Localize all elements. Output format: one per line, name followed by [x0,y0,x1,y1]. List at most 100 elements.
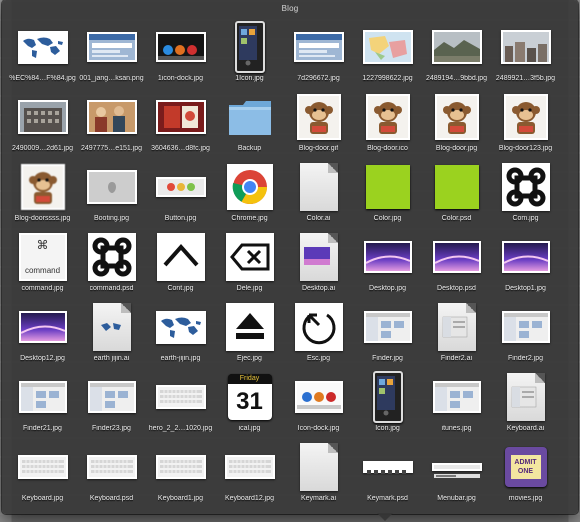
file-thumbnail-icon: Friday 31 [225,372,275,422]
stack-item[interactable]: Keyboard.jpg [8,440,77,510]
stack-item[interactable]: Blog-door.ico [353,90,422,160]
file-thumbnail-icon [501,92,551,142]
stack-item[interactable]: 2497775…e151.jpg [77,90,146,160]
stack-item-label: Com.jpg [512,215,539,222]
stack-item[interactable]: Finder2.jpg [491,300,560,370]
stack-item-label: Keymark.psd [367,495,408,502]
stack-item-label: Finder23.jpg [92,425,131,432]
stack-item-label: Menubar.jpg [437,495,476,502]
stack-item[interactable]: 001_jang…ksan.png [77,20,146,90]
stack-item[interactable]: Esc.jpg [284,300,353,370]
file-thumbnail-icon [432,302,482,352]
file-thumbnail-icon [18,162,68,212]
stack-item[interactable]: Ejec.jpg [215,300,284,370]
stack-item-label: command.jpg [21,285,64,292]
stack-item[interactable]: Finder23.jpg [77,370,146,440]
folder-icon [225,92,275,142]
stack-item-label: earth jijin.ai [93,355,130,362]
stack-item-label: Color.jpg [373,215,402,222]
stack-item[interactable]: Blog-door123.jpg [491,90,560,160]
stack-item[interactable]: Desktop.ai [284,230,353,300]
stack-item-label: Finder21.jpg [23,425,62,432]
file-thumbnail-icon [87,372,137,422]
stack-item[interactable]: Finder.jpg [353,300,422,370]
stack-item[interactable]: 7d296672.jpg [284,20,353,90]
stack-item-label: 001_jang…ksan.png [79,75,144,82]
stack-item[interactable]: Keymark.psd [353,440,422,510]
file-thumbnail-icon [87,232,137,282]
stack-item[interactable]: Friday 31 ical.jpg [215,370,284,440]
stack-item[interactable]: Keyboard1.jpg [146,440,215,510]
stack-item[interactable]: Desktop.jpg [353,230,422,300]
stack-item-label: 1icon-dock.jpg [157,75,204,82]
stack-item[interactable]: Icon.jpg [353,370,422,440]
stack-item[interactable]: 1Icon.jpg [215,20,284,90]
stack-item-label: command.psd [89,285,134,292]
stack-item[interactable]: Finder2.ai [422,300,491,370]
stack-item[interactable]: Desktop.psd [422,230,491,300]
stack-item-label: 1Icon.jpg [235,75,264,82]
ticket-text: ADMIT ONE [510,455,541,479]
stack-item-label: Blog-door123.jpg [498,145,553,152]
stack-item[interactable]: Keyboard.psd [77,440,146,510]
stack-item[interactable]: command.psd [77,230,146,300]
stack-item-label: %EC%84…F%84.jpg [9,75,76,82]
stack-item[interactable]: itunes.jpg [422,370,491,440]
stack-item[interactable]: Backup [215,90,284,160]
file-thumbnail-icon: ⌘ command [18,232,68,282]
stack-item[interactable]: %EC%84…F%84.jpg [8,20,77,90]
file-thumbnail-icon [86,92,137,142]
stack-item[interactable]: 1icon-dock.jpg [146,20,215,90]
stack-item[interactable]: Dele.jpg [215,230,284,300]
file-thumbnail-icon [18,302,68,352]
stack-item[interactable]: Button.jpg [146,160,215,230]
stack-item[interactable]: Booting.jpg [77,160,146,230]
stack-item[interactable]: Blog-doorssss.jpg [8,160,77,230]
stack-item[interactable]: 2489921…3f5b.jpg [491,20,560,90]
stack-item[interactable]: Chrome.jpg [215,160,284,230]
stack-item[interactable]: ⌘ command command.jpg [8,230,77,300]
stack-item-label: hero_2_2…1020.jpg [148,425,213,432]
stack-item[interactable]: Blog-door.jpg [422,90,491,160]
file-thumbnail-icon [87,302,137,352]
file-thumbnail-icon [17,442,68,492]
stack-item[interactable]: Finder21.jpg [8,370,77,440]
stack-item[interactable]: 2490009…2d61.jpg [8,90,77,160]
stack-item[interactable]: Icon-dock.jpg [284,370,353,440]
stack-item-label: 3604636…d8fc.jpg [151,145,210,152]
stack-item-label: Finder2.ai [440,355,473,362]
stack-item[interactable]: 2489194…9bbd.jpg [422,20,491,90]
stack-item[interactable]: earth jijin.ai [77,300,146,370]
stack-item[interactable]: Color.ai [284,160,353,230]
stack-item[interactable]: Desktop12.jpg [8,300,77,370]
file-thumbnail-icon [86,162,137,212]
stack-item[interactable]: Com.jpg [491,160,560,230]
stack-item[interactable]: earth-jijin.jpg [146,300,215,370]
file-thumbnail-icon [17,92,68,142]
file-thumbnail-icon [432,162,482,212]
stack-item[interactable]: Color.jpg [353,160,422,230]
stack-item-label: Blog-doorssss.jpg [14,215,71,222]
stack-item[interactable]: Keymark.ai [284,440,353,510]
stack-item[interactable]: 3604636…d8fc.jpg [146,90,215,160]
stack-item[interactable]: Blog-door.gif [284,90,353,160]
stack-item[interactable]: Menubar.jpg [422,440,491,510]
stack-item[interactable]: Cont.jpg [146,230,215,300]
stack-item-label: Cont.jpg [167,285,194,292]
stack-item[interactable]: hero_2_2…1020.jpg [146,370,215,440]
stack-item[interactable]: Keyboard.ai [491,370,560,440]
file-thumbnail-icon [294,92,344,142]
file-thumbnail-icon [155,302,206,352]
stack-item-label: Blog-door.ico [367,145,408,152]
stack-item[interactable]: Desktop1.jpg [491,230,560,300]
file-thumbnail-icon [501,232,551,282]
stack-item-label: Desktop.jpg [369,285,406,292]
stack-item[interactable]: 1227998622.jpg [353,20,422,90]
stack-item[interactable]: Keyboard12.jpg [215,440,284,510]
file-thumbnail-icon: ADMIT ONE [501,442,551,492]
stack-item[interactable]: ADMIT ONE movies.jpg [491,440,560,510]
file-thumbnail-icon [501,162,551,212]
file-thumbnail-icon [362,442,413,492]
stack-item[interactable]: Color.psd [422,160,491,230]
file-thumbnail-icon [294,372,344,422]
